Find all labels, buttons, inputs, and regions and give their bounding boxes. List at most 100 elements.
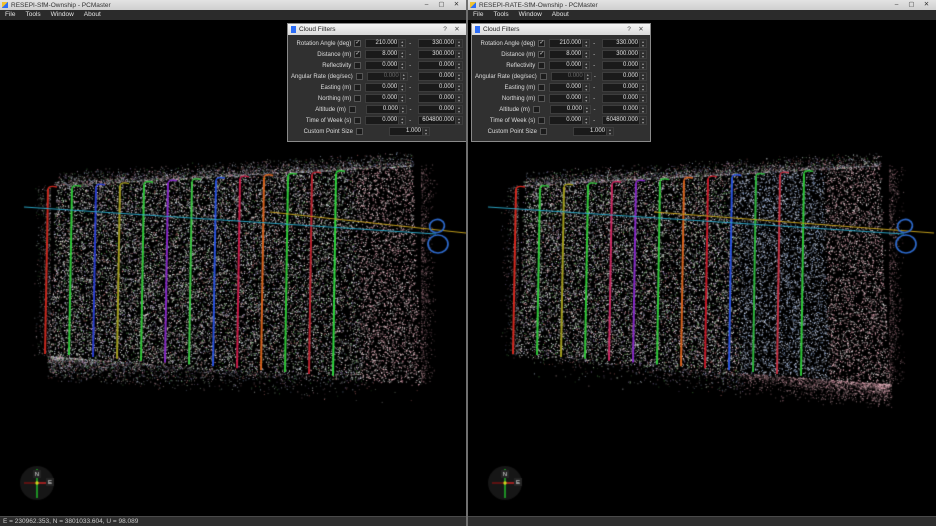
menu-item-about[interactable]: About <box>79 10 106 20</box>
menu-item-tools[interactable]: Tools <box>20 10 45 20</box>
spinner-buttons[interactable]: ▴▾ <box>582 62 589 69</box>
spinner-buttons[interactable]: ▴▾ <box>584 73 591 80</box>
window-titlebar[interactable]: RESEPI-SfM-Ownship - PCMaster – ▢ ✕ <box>0 0 466 10</box>
filter-checkbox[interactable] <box>538 117 545 124</box>
filter-max-spinbox[interactable]: 0.000▴▾ <box>418 105 463 114</box>
spinner-buttons[interactable]: ▴▾ <box>398 40 405 47</box>
spinner-buttons[interactable]: ▴▾ <box>455 95 462 102</box>
spinner-buttons[interactable]: ▴▾ <box>455 73 462 80</box>
spinner-buttons[interactable]: ▴▾ <box>455 84 462 91</box>
filter-min-spinbox[interactable]: 0.000▴▾ <box>365 116 406 125</box>
filter-min-spinbox[interactable]: 0.000▴▾ <box>549 94 590 103</box>
filter-min-spinbox[interactable]: 0.000▴▾ <box>549 61 590 70</box>
filter-max-spinbox[interactable]: 0.000▴▾ <box>418 72 463 81</box>
minimize-icon[interactable]: – <box>889 0 904 10</box>
filter-checkbox[interactable] <box>356 128 363 135</box>
spin-down-icon[interactable]: ▾ <box>640 77 646 81</box>
menu-item-window[interactable]: Window <box>514 10 547 20</box>
spin-down-icon[interactable]: ▾ <box>456 66 462 70</box>
filter-max-spinbox[interactable]: 604800.000▴▾ <box>602 116 647 125</box>
spinner-buttons[interactable]: ▴▾ <box>582 117 589 124</box>
spinner-buttons[interactable]: ▴▾ <box>639 40 646 47</box>
spin-down-icon[interactable]: ▾ <box>640 55 646 59</box>
spinner-buttons[interactable]: ▴▾ <box>455 117 462 124</box>
spinner-buttons[interactable]: ▴▾ <box>639 117 646 124</box>
filter-max-spinbox[interactable]: 330.000▴▾ <box>602 39 647 48</box>
spin-down-icon[interactable]: ▾ <box>456 121 462 125</box>
filter-max-spinbox[interactable]: 0.000▴▾ <box>418 83 463 92</box>
filter-checkbox[interactable] <box>540 73 547 80</box>
filter-single-spinbox[interactable]: 1.000▴▾ <box>573 127 614 136</box>
spinner-buttons[interactable]: ▴▾ <box>639 106 646 113</box>
spin-down-icon[interactable]: ▾ <box>583 44 589 48</box>
filter-min-spinbox[interactable]: 0.000▴▾ <box>549 116 590 125</box>
spinner-buttons[interactable]: ▴▾ <box>583 106 590 113</box>
filter-checkbox[interactable] <box>354 84 361 91</box>
spinner-buttons[interactable]: ▴▾ <box>639 84 646 91</box>
filter-checkbox[interactable] <box>538 62 545 69</box>
filter-min-spinbox[interactable]: 0.000▴▾ <box>367 72 408 81</box>
filter-checkbox[interactable] <box>354 117 361 124</box>
filter-min-spinbox[interactable]: 210.000▴▾ <box>365 39 406 48</box>
filter-max-spinbox[interactable]: 0.000▴▾ <box>418 94 463 103</box>
filter-checkbox[interactable] <box>538 95 545 102</box>
spin-down-icon[interactable]: ▾ <box>399 99 405 103</box>
spinner-buttons[interactable]: ▴▾ <box>582 40 589 47</box>
spin-down-icon[interactable]: ▾ <box>456 110 462 114</box>
help-icon[interactable]: ? <box>439 24 451 35</box>
spin-down-icon[interactable]: ▾ <box>456 77 462 81</box>
filter-min-spinbox[interactable]: 0.000▴▾ <box>551 72 592 81</box>
spin-down-icon[interactable]: ▾ <box>456 55 462 59</box>
spin-down-icon[interactable]: ▾ <box>399 44 405 48</box>
spin-down-icon[interactable]: ▾ <box>456 99 462 103</box>
filter-checkbox[interactable]: ✓ <box>538 40 545 47</box>
spinner-buttons[interactable]: ▴▾ <box>398 84 405 91</box>
filter-min-spinbox[interactable]: 0.000▴▾ <box>549 83 590 92</box>
spinner-buttons[interactable]: ▴▾ <box>399 106 406 113</box>
menu-item-about[interactable]: About <box>547 10 574 20</box>
spin-down-icon[interactable]: ▾ <box>583 55 589 59</box>
spin-down-icon[interactable]: ▾ <box>399 66 405 70</box>
spin-down-icon[interactable]: ▾ <box>399 55 405 59</box>
spin-down-icon[interactable]: ▾ <box>583 99 589 103</box>
filter-max-spinbox[interactable]: 604800.000▴▾ <box>418 116 463 125</box>
spin-down-icon[interactable]: ▾ <box>401 77 407 81</box>
filter-max-spinbox[interactable]: 0.000▴▾ <box>602 61 647 70</box>
spinner-buttons[interactable]: ▴▾ <box>398 51 405 58</box>
filter-max-spinbox[interactable]: 0.000▴▾ <box>602 83 647 92</box>
maximize-icon[interactable]: ▢ <box>434 0 449 10</box>
filter-min-spinbox[interactable]: 8.000▴▾ <box>549 50 590 59</box>
spin-down-icon[interactable]: ▾ <box>399 88 405 92</box>
filter-min-spinbox[interactable]: 0.000▴▾ <box>550 105 591 114</box>
filter-checkbox[interactable]: ✓ <box>354 40 361 47</box>
filter-checkbox[interactable] <box>356 73 363 80</box>
spin-down-icon[interactable]: ▾ <box>583 88 589 92</box>
spinner-buttons[interactable]: ▴▾ <box>639 51 646 58</box>
spin-down-icon[interactable]: ▾ <box>607 132 613 136</box>
spinner-buttons[interactable]: ▴▾ <box>455 106 462 113</box>
filter-checkbox[interactable] <box>538 84 545 91</box>
minimize-icon[interactable]: – <box>419 0 434 10</box>
close-icon[interactable]: ✕ <box>919 0 934 10</box>
filter-max-spinbox[interactable]: 0.000▴▾ <box>602 105 647 114</box>
filter-min-spinbox[interactable]: 8.000▴▾ <box>365 50 406 59</box>
dialog-close-icon[interactable]: ✕ <box>635 24 647 35</box>
spin-down-icon[interactable]: ▾ <box>640 110 646 114</box>
spinner-buttons[interactable]: ▴▾ <box>398 117 405 124</box>
menu-item-file[interactable]: File <box>468 10 488 20</box>
filter-max-spinbox[interactable]: 330.000▴▾ <box>418 39 463 48</box>
dialog-titlebar[interactable]: Cloud Filters ? ✕ <box>288 24 466 35</box>
filter-max-spinbox[interactable]: 0.000▴▾ <box>418 61 463 70</box>
spinner-buttons[interactable]: ▴▾ <box>606 128 613 135</box>
spin-down-icon[interactable]: ▾ <box>400 110 406 114</box>
filter-checkbox[interactable] <box>354 95 361 102</box>
filter-checkbox[interactable]: ✓ <box>538 51 545 58</box>
filter-checkbox[interactable]: ✓ <box>354 51 361 58</box>
spinner-buttons[interactable]: ▴▾ <box>582 84 589 91</box>
spinner-buttons[interactable]: ▴▾ <box>582 95 589 102</box>
spinner-buttons[interactable]: ▴▾ <box>400 73 407 80</box>
dialog-titlebar[interactable]: Cloud Filters ? ✕ <box>472 24 650 35</box>
spinner-buttons[interactable]: ▴▾ <box>639 73 646 80</box>
spin-down-icon[interactable]: ▾ <box>640 66 646 70</box>
filter-checkbox[interactable] <box>533 106 540 113</box>
